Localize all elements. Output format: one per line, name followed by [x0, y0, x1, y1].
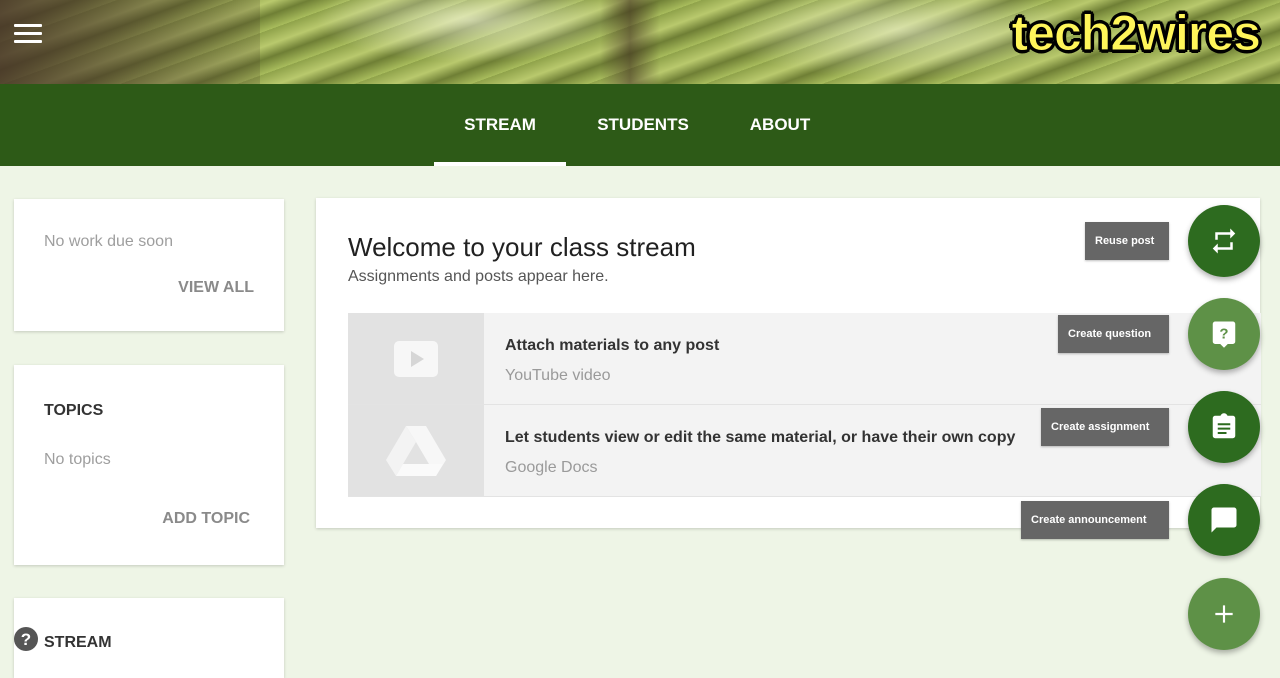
tab-stream[interactable]: STREAM [434, 84, 566, 166]
tip-subtitle: YouTube video [505, 367, 611, 384]
tab-bar: STREAM STUDENTS ABOUT [0, 84, 1280, 166]
topics-title: TOPICS [44, 402, 104, 419]
upcoming-status: No work due soon [44, 233, 173, 250]
topics-empty: No topics [44, 451, 111, 468]
youtube-icon [394, 340, 438, 377]
repeat-icon [1212, 228, 1236, 254]
watermark: tech2wires [1011, 5, 1261, 62]
stream-card: STREAM [14, 598, 284, 678]
create-question-button[interactable]: ? [1188, 298, 1260, 370]
add-topic-button[interactable]: ADD TOPIC [162, 510, 250, 528]
tip-icon-box [348, 405, 484, 496]
stream-card-label: STREAM [44, 634, 112, 651]
reuse-post-label[interactable]: Reuse post [1085, 222, 1169, 260]
google-drive-icon [386, 425, 446, 476]
tab-about[interactable]: ABOUT [736, 84, 824, 166]
plus-icon [1215, 605, 1233, 623]
topics-card: TOPICS No topics ADD TOPIC [14, 365, 284, 565]
view-all-button[interactable]: VIEW ALL [178, 279, 254, 297]
tip-title: Let students view or edit the same mater… [505, 429, 1016, 446]
help-circle-icon[interactable]: ? [13, 626, 39, 652]
create-announcement-button[interactable] [1188, 484, 1260, 556]
svg-text:?: ? [21, 630, 31, 649]
tip-subtitle: Google Docs [505, 459, 598, 476]
tip-title: Attach materials to any post [505, 337, 720, 354]
hamburger-menu-icon[interactable] [14, 24, 42, 46]
clipboard-icon [1212, 413, 1236, 439]
tab-students[interactable]: STUDENTS [582, 84, 704, 166]
page-title: Welcome to your class stream [348, 232, 696, 262]
comment-icon [1211, 507, 1237, 533]
tip-icon-box [348, 313, 484, 404]
svg-text:?: ? [1219, 325, 1228, 342]
question-icon: ? [1212, 321, 1236, 348]
create-assignment-label[interactable]: Create assignment [1041, 408, 1169, 446]
create-question-label[interactable]: Create question [1058, 315, 1169, 353]
reuse-post-button[interactable] [1188, 205, 1260, 277]
upcoming-card: No work due soon VIEW ALL [14, 199, 284, 331]
add-button[interactable] [1188, 578, 1260, 650]
create-assignment-button[interactable] [1188, 391, 1260, 463]
create-announcement-label[interactable]: Create announcement [1021, 501, 1169, 539]
page-subtitle: Assignments and posts appear here. [348, 268, 609, 285]
